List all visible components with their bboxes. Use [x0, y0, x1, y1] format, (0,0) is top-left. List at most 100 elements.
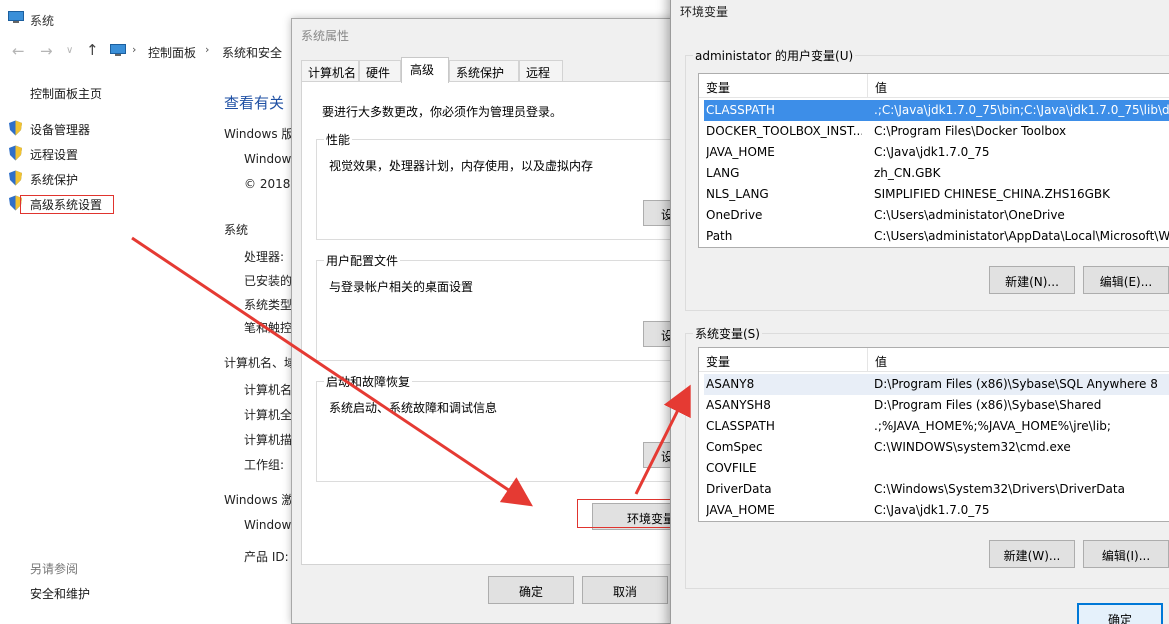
variable-value: C:\Users\administator\OneDrive [874, 208, 1065, 222]
annotation-highlight-box [20, 195, 114, 214]
windows-edition-label: Windows 版 [224, 127, 294, 141]
user-profiles-desc: 与登录帐户相关的桌面设置 [329, 280, 474, 294]
table-row[interactable]: Path C:\Users\administator\AppData\Local… [704, 226, 1169, 247]
device-manager-link[interactable]: 设备管理器 [30, 121, 90, 138]
performance-desc: 视觉效果，处理器计划，内存使用，以及虚拟内存 [329, 159, 594, 173]
table-row[interactable]: ASANY8 D:\Program Files (x86)\Sybase\SQL… [704, 374, 1169, 395]
security-maintenance-link[interactable]: 安全和维护 [30, 585, 90, 602]
user-profiles-label: 用户配置文件 [324, 252, 401, 269]
control-panel-home-link[interactable]: 控制面板主页 [30, 85, 102, 102]
system-properties-dialog: 系统属性 计算机名 硬件 高级 系统保护 远程 要进行大多数更改，你必须作为管理… [291, 18, 703, 624]
startup-recovery-desc: 系统启动、系统故障和调试信息 [329, 401, 498, 415]
variable-value: C:\Windows\System32\Drivers\DriverData [874, 482, 1125, 496]
full-computer-name-label: 计算机全 [244, 408, 293, 422]
user-profiles-group: 用户配置文件 与登录帐户相关的桌面设置 设 [316, 252, 703, 361]
list-header: 变量 值 [699, 74, 1169, 98]
computer-name-label: 计算机名 [244, 383, 293, 397]
copyright-text: © 2018 [244, 177, 291, 191]
up-arrow-icon[interactable]: ↑ [86, 41, 99, 59]
table-row[interactable]: CLASSPATH .;%JAVA_HOME%;%JAVA_HOME%\jre\… [704, 416, 1169, 437]
table-row[interactable]: CLASSPATH .;C:\Java\jdk1.7.0_75\bin;C:\J… [704, 100, 1169, 121]
breadcrumb-separator-icon: › [132, 43, 137, 56]
breadcrumb-control-panel[interactable]: 控制面板 [148, 44, 196, 61]
column-value[interactable]: 值 [875, 353, 887, 370]
column-variable[interactable]: 变量 [706, 353, 730, 370]
cancel-button[interactable]: 取消 [582, 576, 668, 604]
computer-name-section-label: 计算机名、域 [224, 356, 297, 370]
variable-name: JAVA_HOME [706, 145, 775, 159]
user-edit-button[interactable]: 编辑(E)... [1083, 266, 1169, 294]
table-row[interactable]: LANG zh_CN.GBK [704, 163, 1169, 184]
variable-value: C:\Java\jdk1.7.0_75 [874, 145, 990, 159]
startup-recovery-group: 启动和故障恢复 系统启动、系统故障和调试信息 设 [316, 373, 703, 482]
variable-value: .;%JAVA_HOME%;%JAVA_HOME%\jre\lib; [874, 419, 1111, 433]
system-edit-button[interactable]: 编辑(I)... [1083, 540, 1169, 568]
user-new-button[interactable]: 新建(N)... [989, 266, 1075, 294]
variable-value: C:\Java\jdk1.7.0_75 [874, 503, 990, 517]
variable-name: NLS_LANG [706, 187, 769, 201]
column-value[interactable]: 值 [875, 79, 887, 96]
system-variables-section: 系统变量(S) 变量 值 ASANY8 D:\Program Files (x8… [685, 325, 1169, 589]
processor-label: 处理器: [244, 250, 285, 264]
tab-system-protection[interactable]: 系统保护 [449, 60, 519, 82]
variable-value: SIMPLIFIED CHINESE_CHINA.ZHS16GBK [874, 187, 1111, 201]
variable-name: ComSpec [706, 440, 763, 454]
column-divider [867, 74, 868, 98]
table-row[interactable]: NLS_LANG SIMPLIFIED CHINESE_CHINA.ZHS16G… [704, 184, 1169, 205]
variable-name: Path [706, 229, 733, 243]
user-variables-list[interactable]: 变量 值 CLASSPATH .;C:\Java\jdk1.7.0_75\bin… [698, 73, 1169, 248]
column-divider [867, 348, 868, 372]
system-variables-list[interactable]: 变量 值 ASANY8 D:\Program Files (x86)\Sybas… [698, 347, 1169, 522]
breadcrumb-system-security[interactable]: 系统和安全 [222, 44, 282, 61]
system-protection-link[interactable]: 系统保护 [30, 171, 78, 188]
variable-name: ASANYSH8 [706, 398, 771, 412]
variable-name: OneDrive [706, 208, 763, 222]
variable-value: .;C:\Java\jdk1.7.0_75\bin;C:\Java\jdk1.7… [874, 103, 1169, 117]
variable-name: JAVA_HOME [706, 503, 775, 517]
environment-variables-dialog: 环境变量 administator 的用户变量(U) 变量 值 CLASSPAT… [670, 0, 1169, 624]
ok-button[interactable]: 确定 [1077, 603, 1163, 624]
table-row[interactable]: JAVA_HOME C:\Java\jdk1.7.0_75 [704, 500, 1169, 521]
table-row[interactable]: ComSpec C:\WINDOWS\system32\cmd.exe [704, 437, 1169, 458]
variable-name: CLASSPATH [706, 103, 775, 117]
chevron-down-icon[interactable]: ∨ [66, 45, 73, 56]
computer-description-label: 计算机描 [244, 433, 293, 447]
workgroup-label: 工作组: [244, 458, 285, 472]
forward-arrow-icon[interactable]: → [40, 42, 53, 60]
system-new-button[interactable]: 新建(W)... [989, 540, 1075, 568]
back-arrow-icon[interactable]: ← [12, 42, 25, 60]
variable-name: DOCKER_TOOLBOX_INST... [706, 124, 862, 138]
variable-value: D:\Program Files (x86)\Sybase\SQL Anywhe… [874, 377, 1158, 391]
table-row[interactable]: JAVA_HOME C:\Java\jdk1.7.0_75 [704, 142, 1169, 163]
dialog-title: 环境变量 [680, 5, 729, 19]
variable-name: COVFILE [706, 461, 757, 475]
monitor-icon [8, 11, 24, 23]
annotation-highlight-box [577, 499, 684, 528]
see-also-label: 另请参阅 [30, 562, 79, 576]
remote-settings-link[interactable]: 远程设置 [30, 146, 78, 163]
tab-advanced[interactable]: 高级 [401, 57, 449, 83]
tab-remote[interactable]: 远程 [519, 60, 563, 82]
admin-note: 要进行大多数更改，你必须作为管理员登录。 [322, 105, 563, 119]
variable-value: C:\Program Files\Docker Toolbox [874, 124, 1067, 138]
table-row[interactable]: DriverData C:\Windows\System32\Drivers\D… [704, 479, 1169, 500]
tab-computer-name[interactable]: 计算机名 [301, 60, 359, 82]
system-section-label: 系统 [224, 223, 249, 237]
variable-value: D:\Program Files (x86)\Sybase\Shared [874, 398, 1102, 412]
system-variables-label: 系统变量(S) [693, 325, 762, 342]
table-row[interactable]: ASANYSH8 D:\Program Files (x86)\Sybase\S… [704, 395, 1169, 416]
table-row[interactable]: COVFILE [704, 458, 1169, 479]
performance-label: 性能 [324, 131, 353, 148]
list-header: 变量 值 [699, 348, 1169, 372]
dialog-title: 系统属性 [301, 29, 350, 43]
shield-icon [9, 120, 22, 136]
ok-button[interactable]: 确定 [488, 576, 574, 604]
shield-icon [9, 170, 22, 186]
variable-name: LANG [706, 166, 740, 180]
tab-hardware[interactable]: 硬件 [359, 60, 401, 82]
table-row[interactable]: OneDrive C:\Users\administator\OneDrive [704, 205, 1169, 226]
variable-value: zh_CN.GBK [874, 166, 941, 180]
table-row[interactable]: DOCKER_TOOLBOX_INST... C:\Program Files\… [704, 121, 1169, 142]
column-variable[interactable]: 变量 [706, 79, 730, 96]
pen-touch-label: 笔和触控 [244, 321, 293, 335]
